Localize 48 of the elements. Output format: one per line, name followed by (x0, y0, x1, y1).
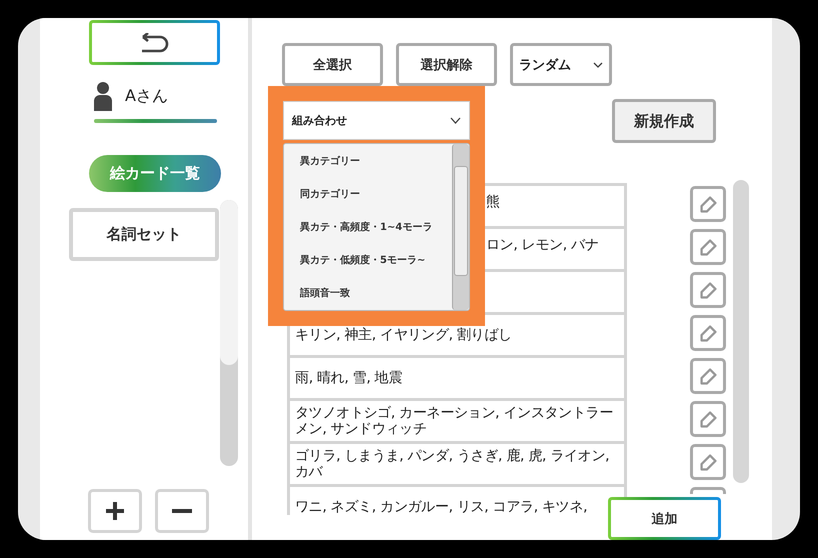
plus-icon (105, 501, 125, 521)
edit-button[interactable] (690, 229, 726, 265)
edit-button[interactable] (690, 315, 726, 351)
row-text: キリン, 神主, イヤリング, 割りばし (295, 327, 512, 343)
set-item[interactable]: 名詞セット (69, 208, 219, 261)
edit-button[interactable] (690, 272, 726, 308)
edit-button[interactable] (690, 186, 726, 222)
row-text: ロン, レモン, バナ (486, 237, 599, 253)
add-button[interactable]: 追加 (608, 497, 721, 540)
set-row[interactable]: ゴリラ, しまうま, パンダ, うさぎ, 鹿, 虎, ライオン, カバ (290, 444, 624, 484)
edit-button[interactable] (690, 444, 726, 480)
combination-select[interactable]: 組み合わせ (283, 101, 470, 140)
scrollbar[interactable] (733, 180, 749, 483)
pencil-icon (700, 238, 716, 256)
pencil-icon (700, 324, 716, 342)
option-item[interactable]: 語頭音一致 (284, 276, 452, 310)
set-row[interactable]: タツノオトシゴ, カーネーション, インスタントラーメン, サンドウィッチ (290, 401, 624, 441)
row-text: 熊 (486, 194, 500, 210)
user-icon (93, 81, 113, 111)
scrollbar[interactable] (220, 200, 238, 466)
order-select[interactable]: ランダム (510, 43, 612, 86)
pencil-icon (700, 368, 716, 384)
user-name: Aさん (125, 86, 168, 106)
pencil-icon (700, 410, 716, 428)
add-set-button[interactable] (88, 489, 142, 533)
pencil-icon (700, 196, 716, 212)
minus-icon (172, 509, 192, 513)
option-item[interactable]: 異カテゴリー (284, 144, 452, 178)
row-text: タツノオトシゴ, カーネーション, インスタントラーメン, サンドウィッチ (295, 405, 614, 437)
remove-set-button[interactable] (155, 489, 209, 533)
option-item[interactable]: 異カテ・低頻度・5モーラ~ (284, 244, 452, 277)
chevron-icon (593, 62, 603, 68)
edit-button[interactable] (690, 358, 726, 394)
toolbar-button[interactable]: 全選択 (282, 43, 383, 86)
row-text: ゴリラ, しまうま, パンダ, うさぎ, 鹿, 虎, ライオン, カバ (295, 448, 610, 480)
row-text: ワニ, ネズミ, カンガルー, リス, コアラ, キツネ, (295, 499, 588, 515)
new-button[interactable]: 新規作成 (612, 99, 716, 143)
option-scrollbar[interactable] (452, 144, 469, 310)
pencil-icon (700, 454, 716, 470)
set-row[interactable]: 雨, 晴れ, 雪, 地震 (290, 358, 624, 398)
toolbar-button[interactable]: 選択解除 (396, 43, 497, 86)
option-item[interactable]: 異カテ・高頻度・1~4モーラ (284, 210, 452, 244)
row-text: 雨, 晴れ, 雪, 地震 (295, 370, 402, 386)
pencil-icon (700, 282, 716, 298)
chevron-icon (450, 117, 461, 124)
option-item[interactable]: 同カテゴリー (284, 177, 452, 210)
edit-button[interactable] (690, 401, 726, 437)
set-row[interactable]: ワニ, ネズミ, カンガルー, リス, コアラ, キツネ, (290, 487, 624, 515)
